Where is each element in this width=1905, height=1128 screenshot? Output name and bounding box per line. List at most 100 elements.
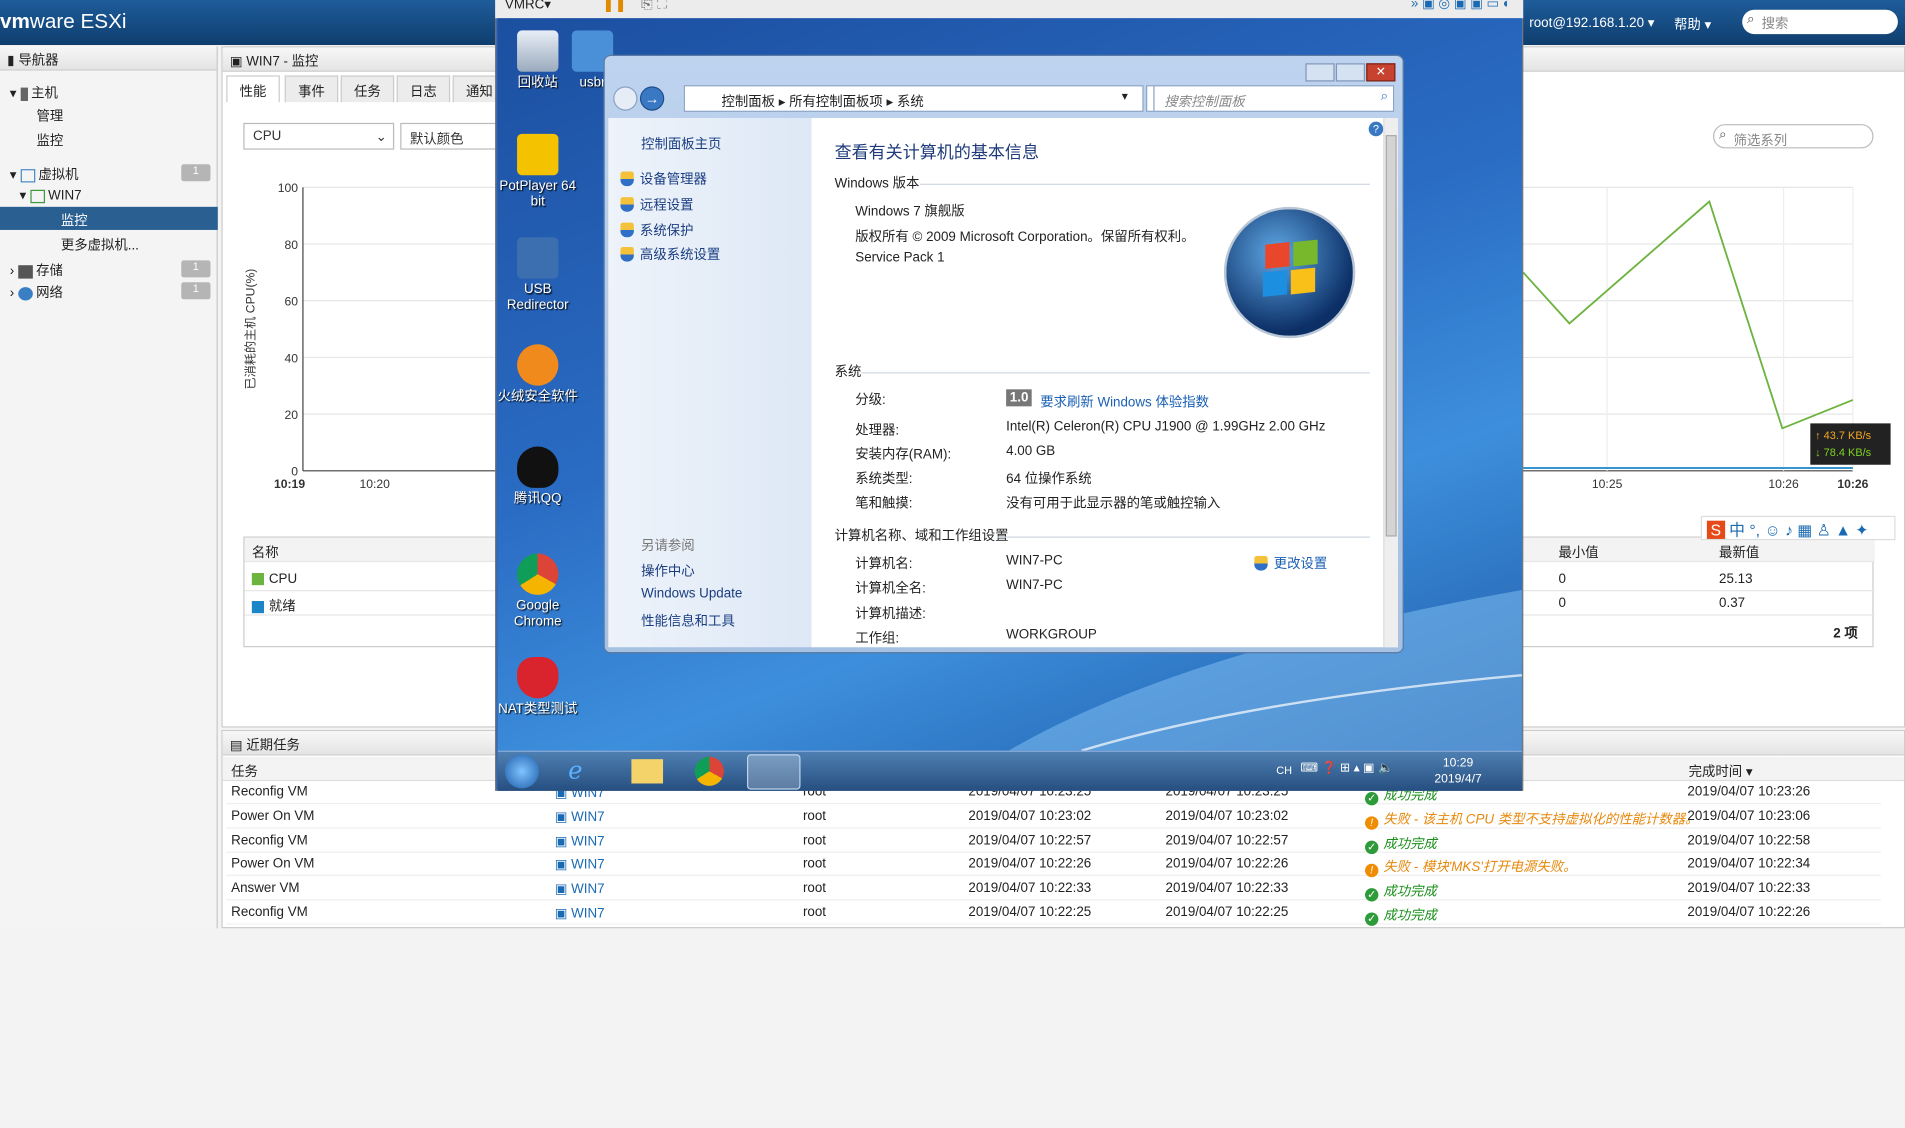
system-protection-link[interactable]: 系统保护 — [620, 220, 693, 239]
help-icon[interactable]: ? — [1368, 121, 1384, 137]
tab-events[interactable]: 事件 — [284, 75, 339, 103]
send-keys-icon[interactable]: ⎘ ⛶ — [641, 0, 667, 13]
nav-vms[interactable]: ▾ 虚拟机 1 — [0, 161, 218, 184]
nav-storage[interactable]: › 存储 1 — [0, 257, 218, 280]
task-name: Power On VM — [231, 856, 315, 872]
device-manager-link[interactable]: 设备管理器 — [620, 169, 707, 188]
desktop-icon[interactable]: PotPlayer 64 bit — [498, 133, 581, 211]
close-button[interactable]: ✕ — [1366, 63, 1396, 82]
windows-update-link[interactable]: Windows Update — [641, 586, 742, 601]
control-panel-taskbar-icon[interactable] — [746, 754, 801, 790]
type-label: 系统类型: — [855, 472, 913, 487]
ie-icon[interactable]: ℯ — [568, 756, 582, 786]
task-target[interactable]: ▣ WIN7 — [555, 881, 605, 897]
action-center-link[interactable]: 操作中心 — [641, 561, 695, 580]
workgroup-value: WORKGROUP — [1006, 627, 1097, 643]
chrome-taskbar-icon[interactable] — [694, 756, 724, 786]
vmrc-menu[interactable]: VMRC▾ — [505, 0, 551, 12]
help-menu[interactable]: 帮助 ▾ — [1674, 15, 1711, 34]
full-name-value: WIN7-PC — [1006, 577, 1063, 593]
search-icon: ⌕ — [1719, 127, 1727, 143]
filter-series-input[interactable]: ⌕ 筛选系列 — [1712, 124, 1874, 149]
task-done: 2019/04/07 10:22:58 — [1687, 832, 1811, 848]
tray-icons[interactable]: ⌨ ❓ ⊞ ▴ ▣ 🔈 — [1301, 762, 1394, 775]
tab-tasks[interactable]: 任务 — [340, 75, 395, 103]
nav-vm-monitor[interactable]: 监控 — [0, 206, 218, 230]
task-started: 2019/04/07 10:22:57 — [1165, 832, 1289, 848]
color-select[interactable]: 默认颜色 — [400, 122, 498, 150]
task-row[interactable]: Power On VM ▣ WIN7 root 2019/04/07 10:23:02… — [226, 804, 1881, 830]
upload-speed: ↑ 43.7 KB/s — [1815, 429, 1872, 442]
task-row[interactable]: Power On VM ▣ WIN7 root 2019/04/07 10:22:26… — [226, 852, 1881, 878]
maximize-button[interactable] — [1335, 63, 1366, 82]
pause-icon[interactable]: ❚❚ — [602, 0, 626, 12]
nav-more-vms[interactable]: 更多虚拟机... — [0, 231, 218, 254]
start-button[interactable] — [504, 754, 539, 789]
forward-button[interactable]: → — [639, 86, 665, 111]
tab-performance[interactable]: 性能 — [226, 75, 280, 103]
vm-running-icon: ▣ — [229, 54, 247, 70]
tab-logs[interactable]: 日志 — [396, 75, 451, 103]
task-queued: 2019/04/07 10:22:33 — [968, 881, 1092, 896]
nav-host[interactable]: ▾ 主机 — [0, 79, 218, 102]
col-name[interactable]: 名称 — [252, 543, 279, 562]
desktop-icon[interactable]: USB Redirector — [498, 237, 581, 314]
control-panel-home-link[interactable]: 控制面板主页 — [641, 134, 721, 153]
metric-select[interactable]: CPU ⌄ — [243, 122, 395, 150]
ready-swatch — [251, 601, 265, 614]
back-button[interactable] — [613, 86, 638, 111]
desktop-icon[interactable]: NAT类型测试 — [498, 656, 581, 718]
change-settings-link[interactable]: 更改设置 — [1254, 554, 1327, 573]
ram-label: 安装内存(RAM): — [855, 447, 952, 463]
task-row[interactable]: Reconfig VM ▣ WIN7 root 2019/04/07 10:22:57… — [226, 828, 1881, 854]
task-user: root — [802, 905, 827, 920]
task-target[interactable]: ▣ WIN7 — [555, 833, 605, 849]
task-user: root — [802, 808, 827, 824]
desktop-icon[interactable]: 火绒安全软件 — [498, 344, 581, 405]
col-latest[interactable]: 最新值 — [1719, 543, 1759, 562]
col-done[interactable]: 完成时间 ▾ — [1689, 762, 1753, 781]
task-started: 2019/04/07 10:22:25 — [1165, 905, 1289, 920]
chrome-icon — [517, 553, 559, 595]
refresh-rating-link[interactable]: 要求刷新 Windows 体验指数 — [1040, 392, 1209, 411]
usb-redirector-icon — [517, 237, 559, 279]
advanced-settings-link[interactable]: 高级系统设置 — [620, 245, 720, 264]
task-row[interactable]: Answer VM ▣ WIN7 root 2019/04/07 10:22:33 20… — [226, 876, 1881, 902]
task-user: root — [802, 856, 827, 872]
success-icon: ✓ — [1365, 912, 1379, 926]
remote-settings-link[interactable]: 远程设置 — [620, 195, 693, 214]
y-axis-label: 已消耗的主机 CPU(%) — [243, 269, 257, 390]
performance-tools-link[interactable]: 性能信息和工具 — [641, 611, 735, 630]
col-min[interactable]: 最小值 — [1558, 543, 1598, 562]
nav-host-monitor[interactable]: 监控 — [0, 127, 218, 150]
nav-vm-win7[interactable]: ▾ WIN7 — [0, 184, 218, 207]
minimize-button[interactable] — [1305, 63, 1335, 82]
shield-icon — [620, 222, 634, 238]
breadcrumb[interactable]: 控制面板 ▸ 所有控制面板项 ▸ 系统 — [683, 85, 1144, 112]
task-name: Power On VM — [231, 808, 315, 824]
col-task[interactable]: 任务 — [231, 762, 258, 781]
tray-clock[interactable]: 10:29 2019/4/7 — [1434, 756, 1481, 788]
tray-lang[interactable]: CH — [1276, 764, 1292, 776]
search-control-panel-input[interactable]: 搜索控制面板 ⌕ — [1153, 85, 1395, 112]
guest-taskbar: ℯ CH ⌨ ❓ ⊞ ▴ ▣ 🔈 10:29 2019/4/7 — [497, 750, 1522, 791]
search-icon: ⌕ — [1747, 12, 1755, 27]
vmware-logo: vmware ESXi — [0, 9, 127, 33]
vertical-scrollbar[interactable] — [1383, 118, 1398, 648]
scroll-thumb[interactable] — [1385, 135, 1397, 537]
ime-toolbar[interactable]: S 中 °, ☺ ♪ ▦ ♙ ▲ ✦ — [1700, 515, 1896, 541]
task-target[interactable]: ▣ WIN7 — [555, 809, 605, 825]
task-target[interactable]: ▣ WIN7 — [555, 905, 605, 921]
nav-network[interactable]: › 网络 1 — [0, 279, 218, 302]
desktop-icon[interactable]: 腾讯QQ — [498, 446, 581, 507]
x-tick-label: 10:20 — [360, 477, 391, 491]
nav-host-manage[interactable]: 管理 — [0, 102, 218, 125]
user-menu[interactable]: root@192.168.1.20 ▾ — [1529, 15, 1654, 31]
explorer-icon[interactable] — [631, 759, 664, 784]
device-icons[interactable]: » ▣ ◎ ▣ ▣ ▭ ◐ — [1411, 0, 1511, 11]
search-input[interactable]: ⌕ 搜索 — [1742, 9, 1898, 35]
chevron-down-icon[interactable]: ▾ — [1122, 90, 1128, 103]
desktop-icon[interactable]: Google Chrome — [498, 553, 581, 631]
task-target[interactable]: ▣ WIN7 — [555, 857, 605, 873]
task-row[interactable]: Reconfig VM ▣ WIN7 root 2019/04/07 10:22:25… — [226, 900, 1881, 926]
